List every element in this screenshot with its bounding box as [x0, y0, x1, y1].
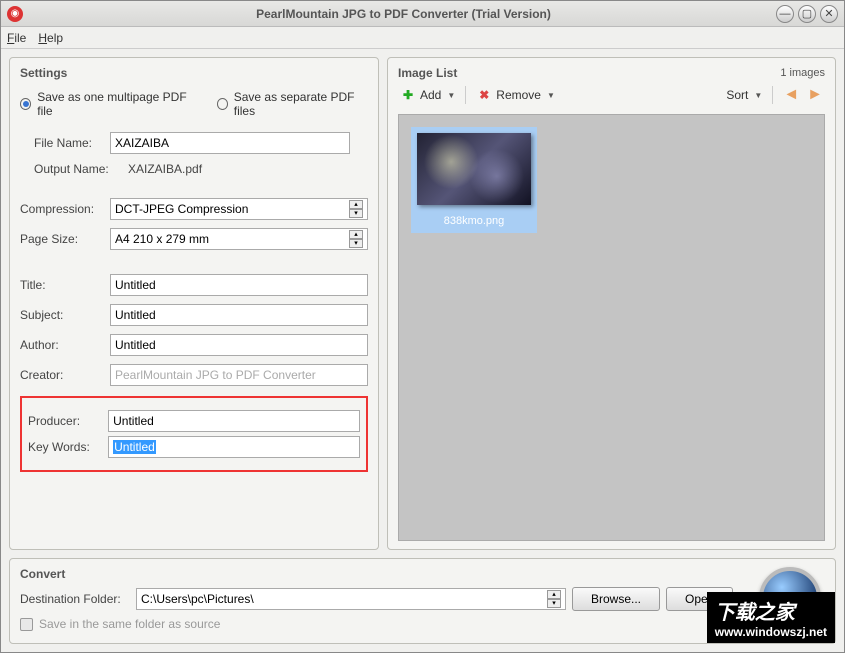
imagelist-title: Image List — [398, 66, 457, 80]
same-folder-label: Save in the same folder as source — [39, 617, 220, 631]
browse-button[interactable]: Browse... — [572, 587, 660, 611]
prev-arrow-icon[interactable]: ◄ — [783, 86, 799, 104]
remove-label: Remove — [496, 88, 541, 102]
plus-icon: ✚ — [400, 87, 416, 103]
radio-multipage[interactable]: Save as one multipage PDF file — [20, 90, 193, 118]
titlebar: ◉ PearlMountain JPG to PDF Converter (Tr… — [1, 1, 844, 27]
sort-button[interactable]: Sort ▼ — [726, 88, 762, 102]
chevron-down-icon: ▼ — [547, 91, 555, 100]
menu-file[interactable]: File — [7, 31, 26, 45]
imagelist-panel: Image List 1 images ✚ Add ▼ ✖ Remove ▼ S… — [387, 57, 836, 550]
keywords-input[interactable]: Untitled — [108, 436, 360, 458]
keywords-value: Untitled — [113, 440, 156, 454]
outputname-value: XAIZAIBA.pdf — [128, 162, 202, 176]
keywords-label: Key Words: — [28, 440, 102, 454]
watermark-text: 下载之家 — [715, 596, 827, 625]
watermark: 下载之家 www.windowszj.net — [707, 592, 835, 643]
pagesize-select[interactable]: A4 210 x 279 mm ▴▾ — [110, 228, 368, 250]
pagesize-label: Page Size: — [20, 232, 104, 246]
app-icon: ◉ — [7, 6, 23, 22]
chevron-down-icon: ▼ — [754, 91, 762, 100]
radio-separate-label: Save as separate PDF files — [234, 90, 368, 118]
convert-panel: Convert Destination Folder: C:\Users\pc\… — [9, 558, 836, 644]
separator — [772, 86, 773, 104]
highlighted-fields: Producer: Key Words: Untitled — [20, 396, 368, 472]
outputname-label: Output Name: — [34, 162, 122, 176]
menu-help[interactable]: Help — [38, 31, 63, 45]
thumbnail-item[interactable]: 838kmo.png — [411, 127, 537, 233]
compression-value: DCT-JPEG Compression — [115, 202, 248, 216]
producer-input[interactable] — [108, 410, 360, 432]
thumbnail-name: 838kmo.png — [417, 215, 531, 227]
creator-label: Creator: — [20, 368, 104, 382]
settings-title: Settings — [20, 66, 368, 80]
thumbnail-area[interactable]: 838kmo.png — [398, 114, 825, 541]
same-folder-checkbox[interactable] — [20, 618, 33, 631]
remove-button[interactable]: ✖ Remove ▼ — [476, 87, 555, 103]
radio-icon — [20, 98, 31, 110]
dest-select[interactable]: C:\Users\pc\Pictures\ ▴▾ — [136, 588, 566, 610]
settings-panel: Settings Save as one multipage PDF file … — [9, 57, 379, 550]
compression-label: Compression: — [20, 202, 104, 216]
dest-label: Destination Folder: — [20, 592, 130, 606]
minimize-button[interactable]: — — [776, 5, 794, 23]
add-label: Add — [420, 88, 441, 102]
add-button[interactable]: ✚ Add ▼ — [400, 87, 455, 103]
radio-separate[interactable]: Save as separate PDF files — [217, 90, 368, 118]
thumbnail-image — [417, 133, 531, 205]
author-label: Author: — [20, 338, 104, 352]
window-title: PearlMountain JPG to PDF Converter (Tria… — [31, 7, 776, 21]
sort-label: Sort — [726, 88, 748, 102]
radio-icon — [217, 98, 228, 110]
menubar: File Help — [1, 27, 844, 49]
creator-input — [110, 364, 368, 386]
chevron-down-icon: ▼ — [447, 91, 455, 100]
x-icon: ✖ — [476, 87, 492, 103]
maximize-button[interactable]: ▢ — [798, 5, 816, 23]
title-field-label: Title: — [20, 278, 104, 292]
author-input[interactable] — [110, 334, 368, 356]
filename-input[interactable] — [110, 132, 350, 154]
pagesize-value: A4 210 x 279 mm — [115, 232, 209, 246]
separator — [465, 86, 466, 104]
next-arrow-icon[interactable]: ► — [807, 86, 823, 104]
subject-input[interactable] — [110, 304, 368, 326]
radio-multipage-label: Save as one multipage PDF file — [37, 90, 192, 118]
producer-label: Producer: — [28, 414, 102, 428]
subject-label: Subject: — [20, 308, 104, 322]
filename-label: File Name: — [34, 136, 104, 150]
compression-select[interactable]: DCT-JPEG Compression ▴▾ — [110, 198, 368, 220]
image-count: 1 images — [780, 67, 825, 79]
convert-title: Convert — [20, 567, 825, 581]
close-button[interactable]: ✕ — [820, 5, 838, 23]
watermark-url: www.windowszj.net — [715, 625, 827, 639]
dest-value: C:\Users\pc\Pictures\ — [141, 592, 254, 606]
title-input[interactable] — [110, 274, 368, 296]
